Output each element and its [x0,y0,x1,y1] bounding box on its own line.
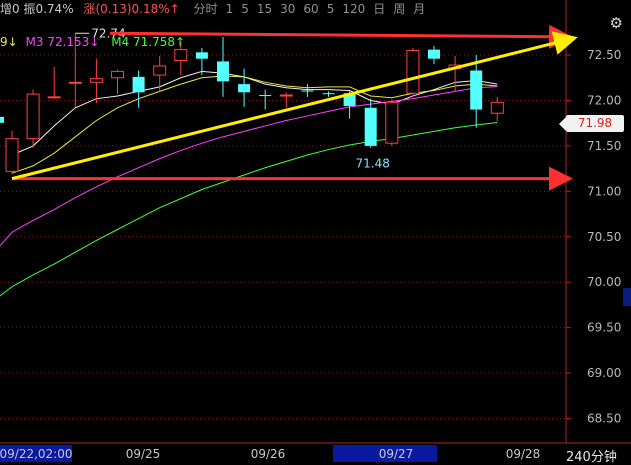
candle-body [47,96,61,99]
x-tick-label: 09/28 [506,447,541,461]
y-tick-label: 71.00 [587,184,621,198]
gear-icon[interactable]: ⚙ [610,14,623,32]
x-tick-label: 09/26 [251,447,286,461]
candle-body [406,50,420,94]
low-annotation: 71.48 [356,157,390,171]
period-item[interactable]: 月 [413,2,425,16]
y-tick-label: 72.50 [587,48,621,62]
scroll-thumb [623,288,631,306]
period-item[interactable]: 1 [226,2,234,16]
period-item[interactable]: 5 [327,2,335,16]
candle-body [217,61,229,82]
price-chart[interactable]: 72.50 72.00 71.50 71.00 70.50 70.00 69.50 69.00… [0,0,631,464]
candle-body [301,90,314,92]
candle-body [153,65,167,76]
candle-body [385,101,399,144]
period-item[interactable]: 30 [280,2,295,16]
period-item[interactable]: 周 [393,2,405,16]
ma-line-4-ext [0,286,13,297]
current-price-tag: 71.98 [559,115,624,132]
candle-body [259,95,272,97]
candle-body [89,78,103,83]
ma-line-2 [11,75,498,174]
y-tick-label: 69.00 [587,366,621,380]
candle-body [111,70,124,79]
candle-body [322,93,335,95]
toolbar: 增0 振0.74% 涨(0.13)0.18%↑ 分时 1 5 15 30 60 5 120 日周… [0,0,600,16]
period-item[interactable]: 分时 [194,2,218,16]
change-pct: 0.18%↑ [131,2,180,16]
candle-body [428,49,440,59]
m3-value: M3 72.153↓ [25,35,100,49]
m2-value: 9↓ [0,35,18,49]
ma-line-4 [11,121,498,288]
ma-line-3-ext [0,231,13,247]
m4-value: M4 71.758↑ [111,35,186,49]
y-tick-label: 68.50 [587,411,621,425]
ma-line-1 [11,70,498,156]
candle-body [364,107,377,146]
period-item[interactable]: 日 [373,2,385,16]
change-label: 涨 [83,2,96,16]
y-tick-label: 72.00 [587,93,621,107]
period-item[interactable]: 5 [241,2,249,16]
amp-label: 增0 [0,2,20,16]
period-item[interactable]: 15 [257,2,272,16]
candle-body [68,81,82,84]
candle-body [132,76,145,93]
x-tick-label: 09/22,02:00 [0,447,72,461]
y-tick-label: 70.00 [587,275,621,289]
ma-legend: 9↓ M3 72.153↓ M4 71.758↑ [0,35,185,49]
period-item[interactable]: 120 [342,2,365,16]
period-item[interactable]: 60 [303,2,318,16]
candle-body [26,93,40,140]
candle-body [490,101,504,114]
y-tick-label: 70.50 [587,230,621,244]
candle-body [238,84,251,93]
candle-body [174,49,188,62]
y-tick-label: 69.50 [587,321,621,335]
period-menu[interactable]: 分时 1 5 15 30 60 5 120 日周月 [194,2,434,16]
change-value: (0.13) [95,2,132,16]
candle-body [279,94,293,97]
x-tick-label: 09/27 [379,447,414,461]
x-tick-label: 09/25 [126,447,161,461]
timeframe-label[interactable]: 240分钟 [566,446,617,465]
candle-body [195,52,208,59]
amp-value: 振0.74% [23,2,74,16]
candle-body [470,70,483,110]
y-tick-label: 71.50 [587,139,621,153]
candle-body [5,138,19,172]
candle-partial [0,116,4,123]
